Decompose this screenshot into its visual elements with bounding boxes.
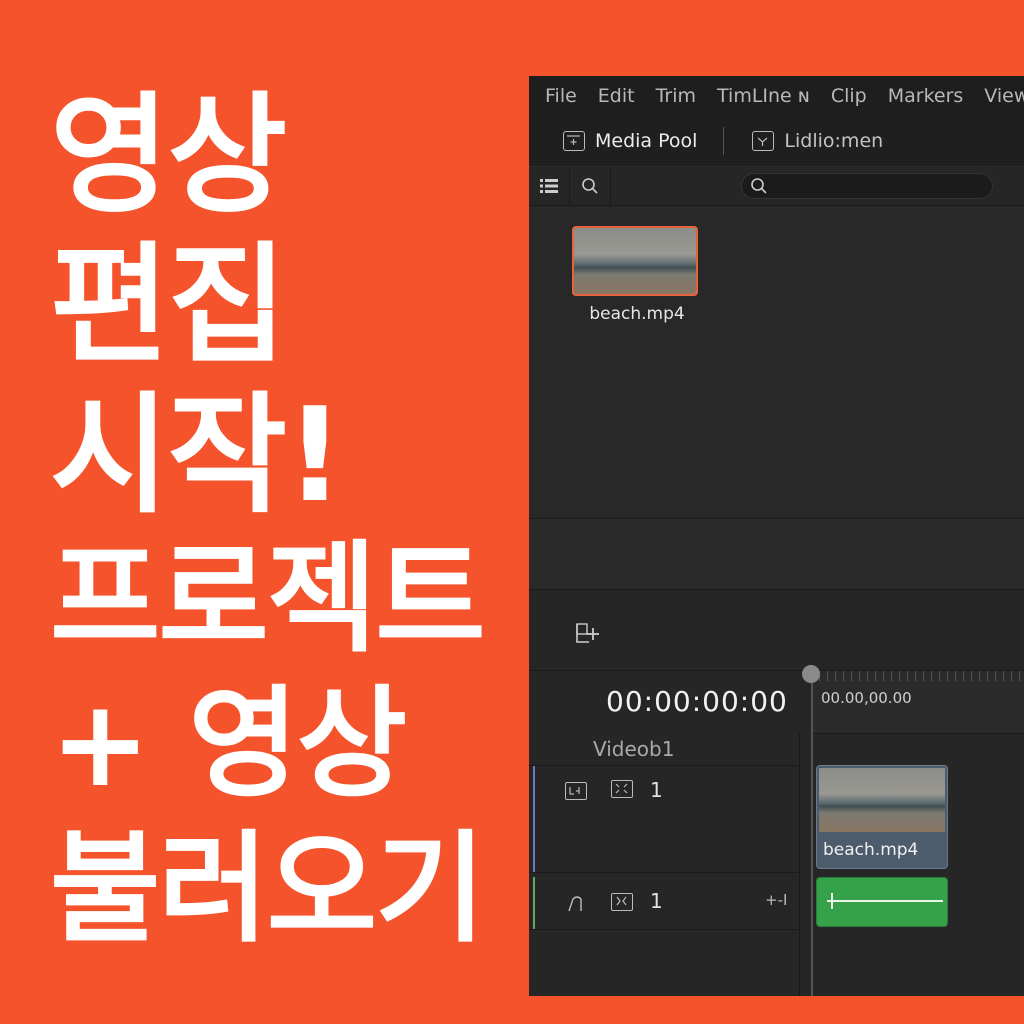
menu-trim[interactable]: Trim	[656, 85, 696, 107]
ruler-ticks	[811, 671, 1024, 681]
menu-markers[interactable]: Markers	[888, 85, 964, 107]
video-track-header[interactable]: 1	[529, 765, 799, 873]
ruler-time-label: 00.00,00.00	[821, 689, 912, 707]
add-track-icon[interactable]	[575, 622, 601, 644]
menu-view[interactable]: View	[984, 85, 1024, 107]
menu-file[interactable]: File	[545, 85, 577, 107]
menu-bar: File Edit Trim TimLIne ɴ Clip Markers Vi…	[529, 76, 1024, 116]
video-track-label: Videob1	[593, 737, 675, 761]
list-view-icon	[540, 179, 558, 193]
media-clip-name: beach.mp4	[589, 304, 685, 324]
video-track-lock-icon[interactable]	[565, 782, 587, 800]
menu-edit[interactable]: Edit	[598, 85, 635, 107]
playhead-handle[interactable]	[802, 665, 820, 683]
menu-clip[interactable]: Clip	[831, 85, 867, 107]
playhead-line[interactable]	[811, 671, 813, 996]
video-track-toggle-icon[interactable]	[611, 780, 633, 798]
search-icon	[582, 178, 598, 194]
headline-line-5: + 영상	[50, 675, 407, 814]
search-input[interactable]	[741, 173, 993, 199]
audio-track-toggle-icon[interactable]	[611, 893, 633, 911]
tab-media-pool-label: Media Pool	[595, 130, 698, 152]
video-track-color-bar	[533, 766, 535, 872]
audio-level-line	[827, 900, 943, 902]
headline-line-1: 영상	[50, 79, 287, 231]
video-clip-name: beach.mp4	[823, 840, 919, 860]
audio-track-control[interactable]: +-I	[765, 891, 787, 909]
tab-second[interactable]: Lidlio:men	[724, 130, 883, 152]
video-track-number: 1	[650, 778, 663, 802]
video-editor-window: File Edit Trim TimLIne ɴ Clip Markers Vi…	[529, 76, 1024, 996]
panel-divider	[529, 518, 1024, 590]
video-clip-thumbnail	[819, 768, 945, 832]
search-field-icon	[751, 178, 767, 194]
audio-keyframe-marker	[831, 893, 833, 909]
tab-media-pool[interactable]: Media Pool	[529, 130, 697, 152]
audio-track-number: 1	[650, 889, 663, 913]
media-clip-thumbnail[interactable]	[572, 226, 698, 296]
media-pool-icon	[563, 131, 585, 151]
timeline-tools	[529, 590, 1024, 671]
menu-timeline[interactable]: TimLIne ɴ	[717, 85, 810, 107]
list-view-button[interactable]	[529, 167, 570, 205]
timeline-ruler[interactable]: 00.00,00.00	[811, 671, 1024, 734]
media-pool-area: beach.mp4	[529, 206, 1024, 518]
panel-tabs: Media Pool Lidlio:men	[529, 116, 1024, 167]
audio-track-color-bar	[533, 877, 535, 929]
tab-second-label: Lidlio:men	[784, 130, 884, 152]
filter-icon	[752, 131, 775, 151]
timecode-display: 00:00:00:00	[606, 685, 788, 718]
headline-line-4: 프로젝트	[50, 530, 486, 669]
headline-line-2: 편집	[50, 229, 287, 381]
headline-line-6: 불러오기	[50, 820, 486, 959]
headline: 영상 편집 시작! 프로젝트 + 영상 불러오기	[50, 79, 486, 975]
timeline-video-clip[interactable]: beach.mp4	[816, 765, 948, 869]
timeline-panel: 00:00:00:00 00.00,00.00 Videob1 1 1 +-I …	[529, 665, 1024, 996]
audio-track-header[interactable]: 1 +-I	[529, 877, 799, 930]
audio-waveform-icon[interactable]	[567, 893, 587, 913]
media-pool-toolbar	[529, 167, 1024, 206]
timeline-audio-clip[interactable]	[816, 877, 948, 927]
search-button[interactable]	[570, 167, 611, 205]
headline-line-3: 시작!	[50, 379, 344, 531]
